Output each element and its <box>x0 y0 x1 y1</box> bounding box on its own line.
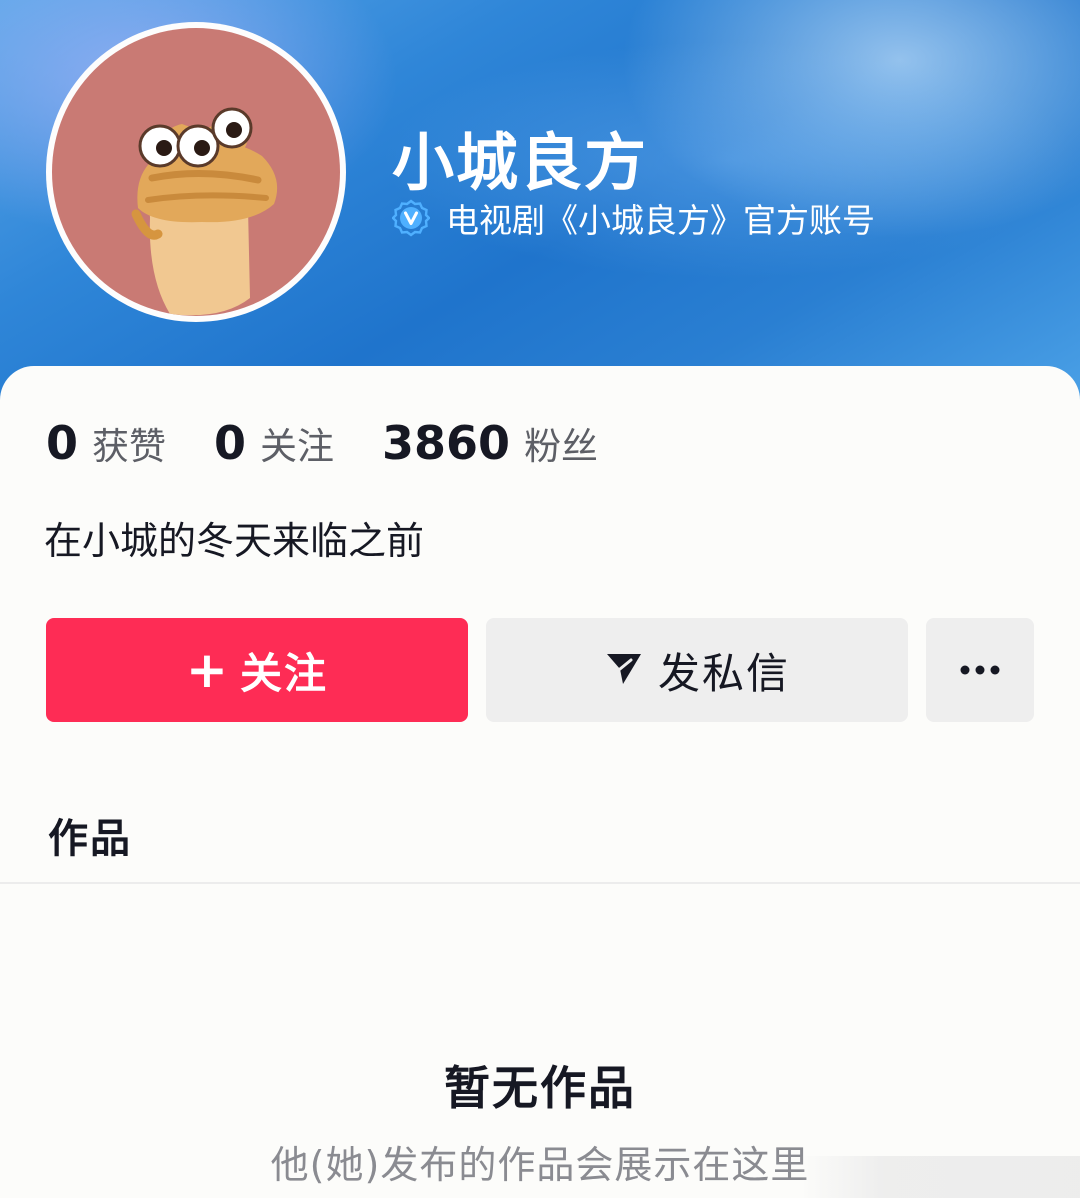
verification-row: 电视剧《小城良方》官方账号 <box>391 196 875 240</box>
profile-page: 小城良方 电视剧《小城良方》官方账号 0 获赞 0 关注 3860 粉丝 在小城… <box>0 0 1080 1198</box>
send-message-button[interactable]: 发私信 <box>486 618 908 722</box>
avatar-image <box>52 28 340 316</box>
following-label: 关注 <box>260 425 335 468</box>
likes-label: 获赞 <box>92 425 167 468</box>
stat-following[interactable]: 0 关注 <box>214 416 334 470</box>
follow-label: 关注 <box>239 648 328 698</box>
more-dots-icon <box>959 661 1001 680</box>
display-name: 小城良方 <box>392 126 649 199</box>
stats-row: 0 获赞 0 关注 3860 粉丝 <box>46 416 646 470</box>
paper-plane-icon <box>604 648 644 692</box>
avatar[interactable] <box>46 22 346 322</box>
followers-count: 3860 <box>382 416 511 470</box>
stat-followers[interactable]: 3860 粉丝 <box>382 416 598 470</box>
stat-likes[interactable]: 0 获赞 <box>46 416 166 470</box>
more-options-button[interactable] <box>926 618 1034 722</box>
follow-button[interactable]: + 关注 <box>46 618 468 722</box>
verified-badge-icon <box>391 199 431 237</box>
verification-text: 电视剧《小城良方》官方账号 <box>446 201 875 240</box>
tab-works[interactable]: 作品 <box>48 806 132 864</box>
profile-banner: 小城良方 电视剧《小城良方》官方账号 <box>0 0 1080 400</box>
send-message-label: 发私信 <box>657 648 790 698</box>
plus-icon: + <box>186 641 228 699</box>
watermark-overlay <box>800 1156 1080 1198</box>
bio-text: 在小城的冬天来临之前 <box>44 519 425 563</box>
likes-count: 0 <box>46 416 79 470</box>
followers-label: 粉丝 <box>524 425 599 468</box>
following-count: 0 <box>214 416 247 470</box>
empty-state-title: 暂无作品 <box>444 1061 636 1115</box>
tab-divider <box>0 882 1080 884</box>
profile-card: 0 获赞 0 关注 3860 粉丝 在小城的冬天来临之前 + 关注 发私信 作品… <box>0 366 1080 1198</box>
